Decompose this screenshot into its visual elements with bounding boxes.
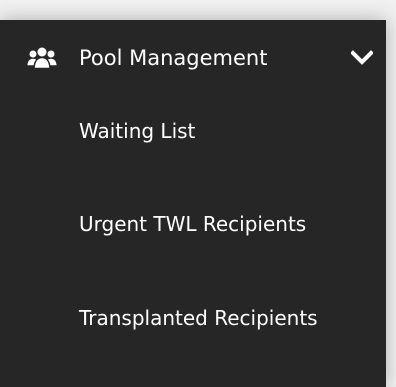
users-icon [27,47,57,68]
pool-management-menu-toggle[interactable]: Pool Management [0,20,386,94]
sidebar-menu: Pool Management Waiting List Urgent TWL … [0,20,386,387]
submenu-item-transplanted-recipients[interactable]: Transplanted Recipients [0,283,386,353]
pool-management-title: Pool Management [79,46,268,70]
submenu-item-label: Transplanted Recipients [79,306,318,330]
submenu-item-label: Waiting List [79,119,196,143]
submenu-item-label: Urgent TWL Recipients [79,212,307,236]
chevron-down-icon [351,50,373,65]
submenu-item-waiting-list[interactable]: Waiting List [0,96,386,166]
submenu-item-urgent-twl-recipients[interactable]: Urgent TWL Recipients [0,189,386,259]
